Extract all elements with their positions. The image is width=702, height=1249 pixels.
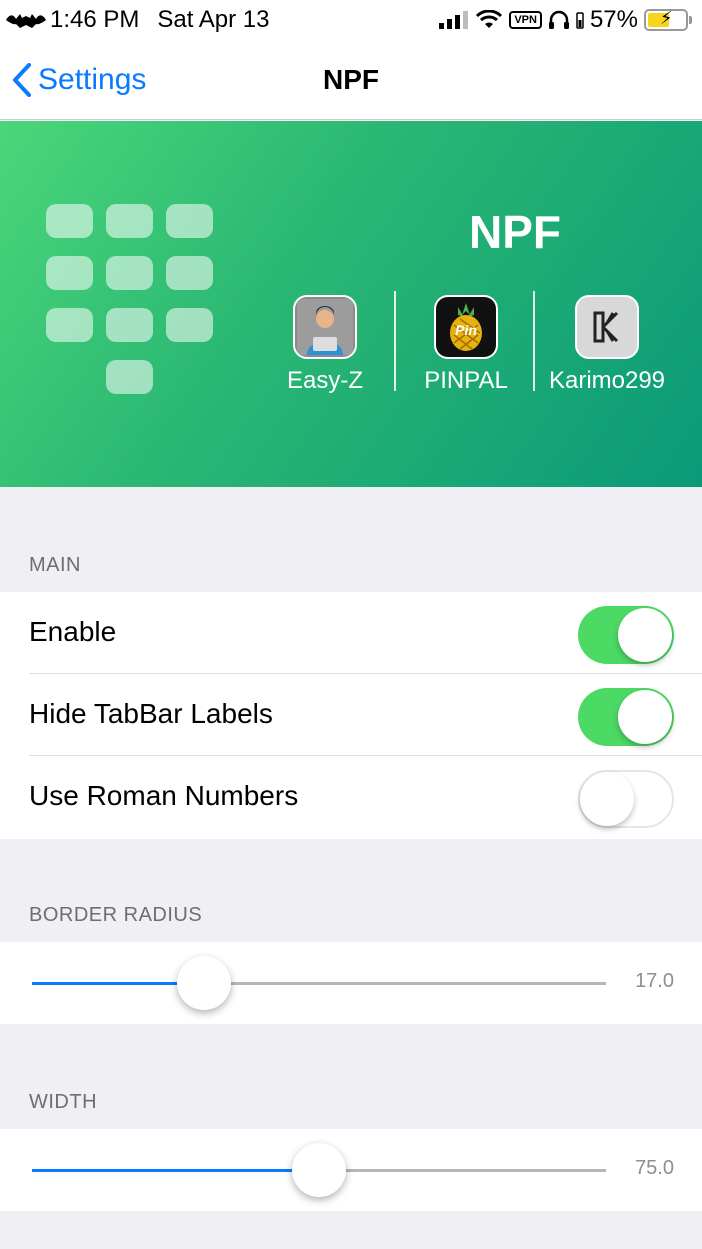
slider-thumb[interactable] bbox=[292, 1143, 346, 1197]
navigation-bar: Settings NPF bbox=[0, 44, 702, 120]
wifi-icon bbox=[476, 10, 503, 28]
battery-percent: 57% bbox=[589, 6, 638, 33]
battery-icon: ⚡ bbox=[644, 8, 688, 31]
header-banner: NPF Easy-Z Pin PINPAL Karimo299 bbox=[0, 121, 702, 487]
row-label: Use Roman Numbers bbox=[29, 780, 299, 811]
credit-pinpal[interactable]: Pin PINPAL bbox=[418, 295, 514, 395]
developer-avatar-icon bbox=[293, 295, 357, 359]
section-header-width: WIDTH bbox=[29, 1091, 98, 1113]
hide-tabbar-labels-toggle[interactable] bbox=[578, 688, 674, 746]
status-date: Sat Apr 13 bbox=[157, 6, 270, 33]
border-radius-slider[interactable] bbox=[32, 956, 606, 1010]
bat-icon bbox=[6, 14, 46, 28]
credit-karimo299[interactable]: Karimo299 bbox=[548, 295, 666, 395]
status-time: 1:46 PM bbox=[50, 6, 140, 33]
width-slider[interactable] bbox=[32, 1143, 606, 1197]
credit-name: Karimo299 bbox=[548, 367, 666, 394]
signal-icon bbox=[439, 11, 469, 29]
page-title: NPF bbox=[323, 64, 379, 95]
width-group: 75.0 bbox=[0, 1129, 702, 1211]
width-value: 75.0 bbox=[635, 1157, 674, 1179]
border-radius-value: 17.0 bbox=[635, 970, 674, 992]
section-header-main: MAIN bbox=[29, 554, 81, 576]
svg-text:Pin: Pin bbox=[455, 322, 477, 338]
pineapple-pin-icon: Pin bbox=[434, 295, 498, 359]
vpn-badge: VPN bbox=[509, 11, 542, 29]
enable-toggle[interactable] bbox=[578, 606, 674, 664]
section-header-border-radius: BORDER RADIUS bbox=[29, 904, 203, 926]
main-group: Enable Hide TabBar Labels Use Roman Numb… bbox=[0, 592, 702, 839]
credit-divider bbox=[394, 291, 396, 391]
headphones-icon bbox=[548, 10, 569, 29]
use-roman-numbers-toggle[interactable] bbox=[578, 770, 674, 828]
battery-tip bbox=[689, 16, 692, 24]
row-label: Hide TabBar Labels bbox=[29, 698, 273, 729]
headphone-battery-icon bbox=[576, 12, 584, 29]
row-label: Enable bbox=[29, 616, 117, 647]
credit-divider bbox=[533, 291, 535, 391]
hide-tabbar-labels-row: Hide TabBar Labels bbox=[0, 674, 702, 756]
border-radius-group: 17.0 bbox=[0, 942, 702, 1024]
slider-thumb[interactable] bbox=[177, 956, 232, 1010]
k-logo-icon bbox=[575, 295, 639, 359]
use-roman-numbers-row: Use Roman Numbers bbox=[0, 756, 702, 838]
credit-name: PINPAL bbox=[424, 367, 508, 394]
enable-row: Enable bbox=[0, 592, 702, 674]
credit-name: Easy-Z bbox=[286, 367, 363, 394]
banner-title: NPF bbox=[469, 206, 561, 258]
status-bar: 1:46 PM Sat Apr 13 VPN 57% ⚡ bbox=[0, 0, 702, 44]
credit-easy-z[interactable]: Easy-Z bbox=[280, 295, 370, 395]
